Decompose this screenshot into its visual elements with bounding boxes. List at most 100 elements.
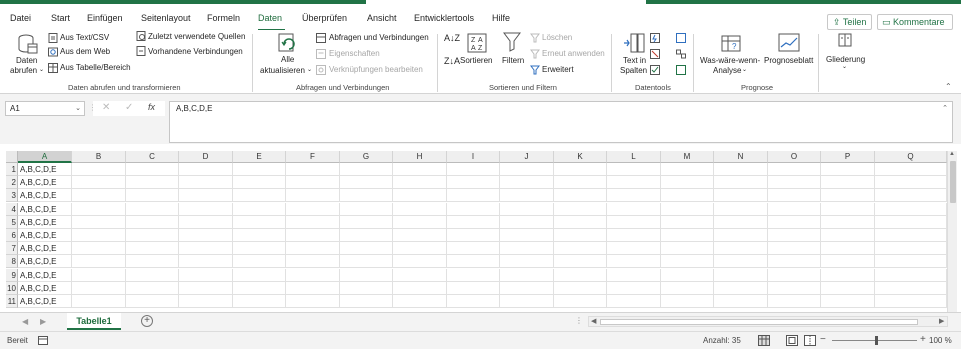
cell-d7[interactable] <box>179 242 233 256</box>
cell-h7[interactable] <box>393 242 447 256</box>
cell-b4[interactable] <box>72 202 126 216</box>
cell-g10[interactable] <box>340 281 393 295</box>
tab-hilfe[interactable]: Hilfe <box>492 13 510 23</box>
cell-b10[interactable] <box>72 281 126 295</box>
data-validation-icon[interactable] <box>650 65 660 75</box>
cell-p10[interactable] <box>821 281 875 295</box>
cell-l3[interactable] <box>607 189 661 203</box>
column-header-f[interactable]: F <box>286 151 340 163</box>
cell-b5[interactable] <box>72 215 126 229</box>
cell-q10[interactable] <box>875 281 947 295</box>
cell-j11[interactable] <box>500 295 554 308</box>
cell-h4[interactable] <box>393 202 447 216</box>
column-header-p[interactable]: P <box>821 151 875 163</box>
column-header-k[interactable]: K <box>554 151 607 163</box>
row-header[interactable]: 4 <box>6 202 18 216</box>
cell-o2[interactable] <box>768 176 821 190</box>
cell-m9[interactable] <box>661 268 714 282</box>
cell-a10[interactable]: A,B,C,D,E <box>18 281 72 295</box>
cell-i3[interactable] <box>447 189 500 203</box>
cell-a2[interactable]: A,B,C,D,E <box>18 176 72 190</box>
column-header-j[interactable]: J <box>500 151 554 163</box>
confirm-icon[interactable]: ✓ <box>125 102 133 113</box>
cell-f1[interactable] <box>286 163 340 176</box>
cell-l9[interactable] <box>607 268 661 282</box>
cell-p8[interactable] <box>821 255 875 269</box>
column-header-n[interactable]: N <box>714 151 768 163</box>
cell-d8[interactable] <box>179 255 233 269</box>
tab-datei[interactable]: Datei <box>10 13 31 23</box>
cell-b7[interactable] <box>72 242 126 256</box>
cell-c8[interactable] <box>126 255 179 269</box>
cell-q5[interactable] <box>875 215 947 229</box>
row-header[interactable]: 5 <box>6 215 18 229</box>
cell-a11[interactable]: A,B,C,D,E <box>18 295 72 308</box>
tab-entwicklertools[interactable]: Entwicklertools <box>414 13 474 23</box>
next-sheet-icon[interactable]: ▶ <box>40 317 46 326</box>
cell-e3[interactable] <box>233 189 286 203</box>
cell-n5[interactable] <box>714 215 768 229</box>
cell-c9[interactable] <box>126 268 179 282</box>
cell-f6[interactable] <box>286 229 340 242</box>
column-header-h[interactable]: H <box>393 151 447 163</box>
cell-k7[interactable] <box>554 242 607 256</box>
name-box[interactable]: A1 ⌄ <box>5 101 85 116</box>
tab-split-handle-icon[interactable]: ⋮ <box>575 316 583 325</box>
row-header[interactable]: 7 <box>6 242 18 256</box>
cell-q4[interactable] <box>875 202 947 216</box>
cell-h5[interactable] <box>393 215 447 229</box>
scroll-right-icon[interactable]: ▶ <box>939 317 944 325</box>
cell-k11[interactable] <box>554 295 607 308</box>
cell-e7[interactable] <box>233 242 286 256</box>
row-header[interactable]: 1 <box>6 163 18 176</box>
cell-d2[interactable] <box>179 176 233 190</box>
cell-q11[interactable] <box>875 295 947 308</box>
cell-c6[interactable] <box>126 229 179 242</box>
cell-c2[interactable] <box>126 176 179 190</box>
cell-d11[interactable] <box>179 295 233 308</box>
cell-f8[interactable] <box>286 255 340 269</box>
cell-l4[interactable] <box>607 202 661 216</box>
tab-start[interactable]: Start <box>51 13 70 23</box>
cell-c7[interactable] <box>126 242 179 256</box>
cell-q1[interactable] <box>875 163 947 176</box>
scroll-up-icon[interactable]: ▲ <box>949 151 955 157</box>
cell-h3[interactable] <box>393 189 447 203</box>
cell-k6[interactable] <box>554 229 607 242</box>
tab-formeln[interactable]: Formeln <box>207 13 240 23</box>
cell-e6[interactable] <box>233 229 286 242</box>
zoom-out-icon[interactable]: − <box>820 334 826 345</box>
cell-g4[interactable] <box>340 202 393 216</box>
cell-n4[interactable] <box>714 202 768 216</box>
add-sheet-icon[interactable]: + <box>141 315 153 327</box>
cell-q7[interactable] <box>875 242 947 256</box>
cell-l1[interactable] <box>607 163 661 176</box>
cell-m2[interactable] <box>661 176 714 190</box>
cell-k2[interactable] <box>554 176 607 190</box>
cell-c11[interactable] <box>126 295 179 308</box>
cell-h1[interactable] <box>393 163 447 176</box>
cell-a6[interactable]: A,B,C,D,E <box>18 229 72 242</box>
normal-view-icon[interactable] <box>758 335 770 346</box>
column-header-o[interactable]: O <box>768 151 821 163</box>
sheet-tab-tabelle1[interactable]: Tabelle1 <box>67 313 121 330</box>
cell-k1[interactable] <box>554 163 607 176</box>
tab-daten[interactable]: Daten <box>258 13 282 23</box>
tab-ansicht[interactable]: Ansicht <box>367 13 397 23</box>
cell-l8[interactable] <box>607 255 661 269</box>
cell-a8[interactable]: A,B,C,D,E <box>18 255 72 269</box>
cell-d6[interactable] <box>179 229 233 242</box>
cell-n9[interactable] <box>714 268 768 282</box>
cell-m3[interactable] <box>661 189 714 203</box>
cell-i6[interactable] <box>447 229 500 242</box>
cell-h6[interactable] <box>393 229 447 242</box>
cell-i10[interactable] <box>447 281 500 295</box>
cell-d4[interactable] <box>179 202 233 216</box>
cell-m4[interactable] <box>661 202 714 216</box>
cell-n1[interactable] <box>714 163 768 176</box>
cell-k9[interactable] <box>554 268 607 282</box>
cancel-icon[interactable]: ✕ <box>102 102 110 113</box>
cell-h11[interactable] <box>393 295 447 308</box>
cell-n3[interactable] <box>714 189 768 203</box>
page-layout-view-icon[interactable] <box>786 335 798 346</box>
